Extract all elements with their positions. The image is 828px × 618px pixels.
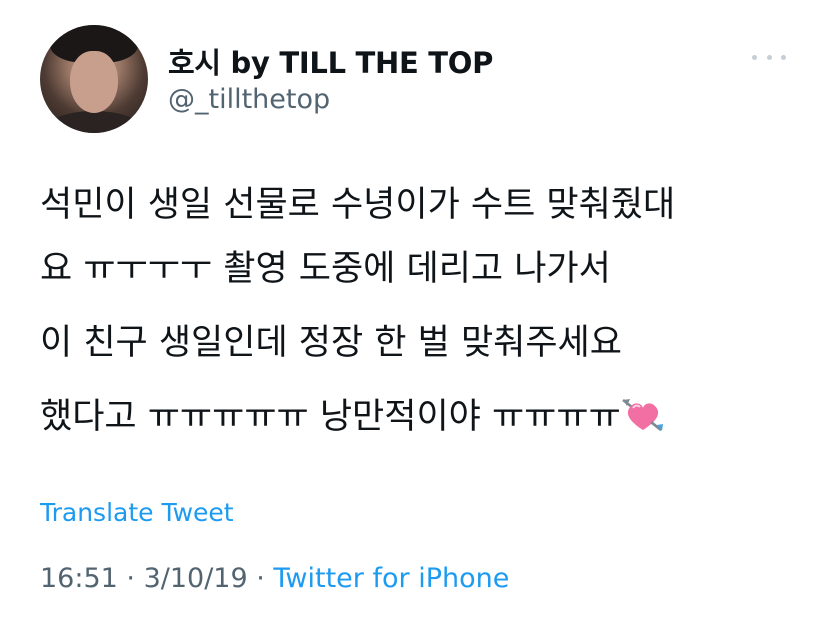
heart-with-arrow-icon bbox=[621, 394, 665, 434]
meta-separator: · bbox=[247, 563, 274, 594]
user-handle[interactable]: @_tillthetop bbox=[168, 84, 330, 115]
tweet-time[interactable]: 16:51 bbox=[40, 563, 118, 594]
meta-separator: · bbox=[117, 563, 144, 594]
tweet-text-line: 석민이 생일 선물로 수녕이가 수트 맞춰줬대 bbox=[40, 185, 676, 225]
tweet-date[interactable]: 3/10/19 bbox=[144, 563, 248, 594]
tweet: 호시 by TILL THE TOP @_tillthetop 석민이 생일 선… bbox=[0, 0, 828, 618]
avatar[interactable] bbox=[40, 25, 148, 133]
tweet-source-link[interactable]: Twitter for iPhone bbox=[273, 563, 509, 594]
display-name[interactable]: 호시 by TILL THE TOP bbox=[168, 40, 493, 82]
tweet-meta: 16:51 · 3/10/19 · Twitter for iPhone bbox=[40, 563, 509, 594]
more-dot bbox=[752, 54, 757, 60]
more-dot bbox=[781, 54, 786, 60]
tweet-text-line: 이 친구 생일인데 정장 한 벌 맞춰주세요 bbox=[40, 323, 622, 363]
tweet-text-line-last: 했다고 ㅠㅠㅠㅠㅠ 낭만적이야 ㅠㅠㅠㅠ bbox=[40, 394, 810, 438]
more-dot bbox=[766, 54, 772, 60]
avatar-face bbox=[70, 51, 118, 113]
more-options-icon[interactable] bbox=[752, 46, 786, 68]
translate-tweet-link[interactable]: Translate Tweet bbox=[40, 498, 234, 527]
tweet-text-line: 요 ㅠㅜㅜㅜ 촬영 도중에 데리고 나가서 bbox=[40, 249, 611, 289]
avatar-shoulders bbox=[44, 111, 144, 133]
tweet-text-line: 했다고 ㅠㅠㅠㅠㅠ 낭만적이야 ㅠㅠㅠㅠ bbox=[40, 397, 621, 437]
